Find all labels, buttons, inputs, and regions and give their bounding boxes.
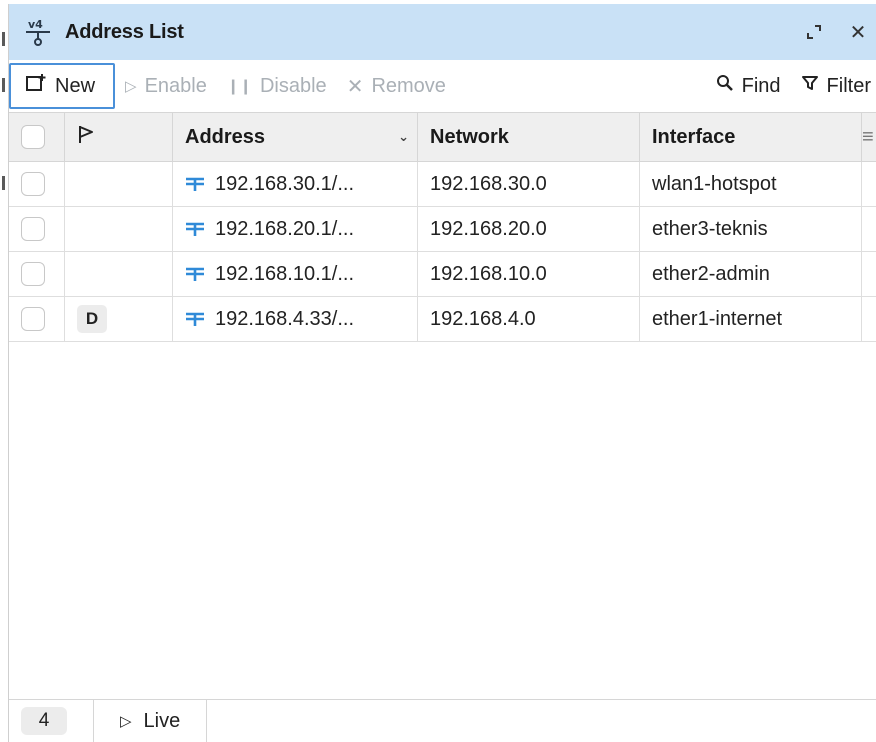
remove-button[interactable]: ✕ Remove xyxy=(337,63,456,109)
address-table: Address ⌄ Network Interface ≡ 192.168.30… xyxy=(9,112,876,342)
row-interface: ether3-teknis xyxy=(652,217,768,240)
pause-icon: ❙❙ xyxy=(226,78,252,95)
network-column-header[interactable]: Network xyxy=(418,113,640,161)
status-divider xyxy=(206,700,208,742)
restore-icon[interactable] xyxy=(801,19,827,45)
edge-mark xyxy=(2,176,5,190)
address-list-window: v4 Address List ✕ New ▷ Enable ❙❙ Disabl… xyxy=(8,4,876,742)
row-network: 192.168.10.0 xyxy=(430,262,547,285)
row-network: 192.168.4.0 xyxy=(430,307,536,330)
table-row[interactable]: 192.168.20.1/... 192.168.20.0 ether3-tek… xyxy=(9,207,876,252)
table-empty-area xyxy=(9,344,876,700)
close-icon[interactable]: ✕ xyxy=(845,19,871,45)
row-flag: D xyxy=(65,297,173,341)
play-icon: ▷ xyxy=(125,78,137,95)
row-flag xyxy=(65,252,173,296)
live-button-label: Live xyxy=(143,709,181,732)
ip-address-icon xyxy=(186,312,204,326)
row-flag xyxy=(65,162,173,206)
title-bar[interactable]: v4 Address List ✕ xyxy=(9,4,876,60)
disable-button-label: Disable xyxy=(259,74,327,97)
dynamic-flag-badge: D xyxy=(77,305,107,333)
filter-button-label: Filter xyxy=(826,74,871,97)
ipv4-address-icon: v4 xyxy=(23,17,53,47)
filter-button[interactable]: Filter xyxy=(791,63,876,109)
row-checkbox[interactable] xyxy=(21,217,45,241)
flags-column-header[interactable] xyxy=(65,113,173,161)
select-all-cell xyxy=(9,113,65,161)
address-column-header[interactable]: Address ⌄ xyxy=(173,113,418,161)
play-icon: ▷ xyxy=(120,713,132,730)
add-window-icon xyxy=(25,73,47,99)
row-interface: ether2-admin xyxy=(652,262,770,285)
row-checkbox[interactable] xyxy=(21,172,45,196)
interface-column-label: Interface xyxy=(652,125,736,148)
toolbar: New ▷ Enable ❙❙ Disable ✕ Remove Find Fi… xyxy=(9,60,876,112)
row-interface: ether1-internet xyxy=(652,307,783,330)
filter-icon xyxy=(801,74,819,98)
ip-address-icon xyxy=(186,177,204,191)
table-row[interactable]: 192.168.30.1/... 192.168.30.0 wlan1-hots… xyxy=(9,162,876,207)
row-address: 192.168.10.1/... xyxy=(215,262,355,285)
flag-icon xyxy=(77,124,95,150)
enable-button-label: Enable xyxy=(144,74,207,97)
edge-mark xyxy=(2,32,5,46)
ip-address-icon xyxy=(186,222,204,236)
remove-button-label: Remove xyxy=(371,74,446,97)
row-network: 192.168.30.0 xyxy=(430,172,547,195)
search-icon xyxy=(716,74,734,98)
enable-button[interactable]: ▷ Enable xyxy=(115,63,217,109)
address-column-label: Address xyxy=(185,125,266,148)
ip-address-icon xyxy=(186,267,204,281)
row-checkbox[interactable] xyxy=(21,262,45,286)
status-bar: 4 ▷ Live xyxy=(9,700,876,742)
column-menu-icon[interactable]: ≡ xyxy=(862,113,876,161)
row-checkbox[interactable] xyxy=(21,307,45,331)
live-button[interactable]: ▷ Live xyxy=(94,700,206,742)
network-column-label: Network xyxy=(430,125,509,148)
row-interface: wlan1-hotspot xyxy=(652,172,777,195)
background-window-edge xyxy=(0,0,8,742)
table-row[interactable]: 192.168.10.1/... 192.168.10.0 ether2-adm… xyxy=(9,252,876,297)
window-title: Address List xyxy=(65,20,184,43)
edge-mark xyxy=(2,78,5,92)
table-row[interactable]: D 192.168.4.33/... 192.168.4.0 ether1-in… xyxy=(9,297,876,342)
row-flag xyxy=(65,207,173,251)
item-count-badge: 4 xyxy=(21,707,67,735)
interface-column-header[interactable]: Interface xyxy=(640,113,862,161)
row-address: 192.168.30.1/... xyxy=(215,172,355,195)
sort-chevron-down-icon: ⌄ xyxy=(398,129,409,144)
svg-text:v4: v4 xyxy=(28,18,43,31)
row-address: 192.168.4.33/... xyxy=(215,307,355,330)
select-all-checkbox[interactable] xyxy=(21,125,45,149)
row-address: 192.168.20.1/... xyxy=(215,217,355,240)
find-button-label: Find xyxy=(741,74,781,97)
row-network: 192.168.20.0 xyxy=(430,217,547,240)
disable-button[interactable]: ❙❙ Disable xyxy=(217,63,337,109)
new-button[interactable]: New xyxy=(9,63,116,109)
remove-icon: ✕ xyxy=(346,75,364,98)
new-button-label: New xyxy=(55,74,96,97)
find-button[interactable]: Find xyxy=(706,63,791,109)
table-header: Address ⌄ Network Interface ≡ xyxy=(9,112,876,162)
